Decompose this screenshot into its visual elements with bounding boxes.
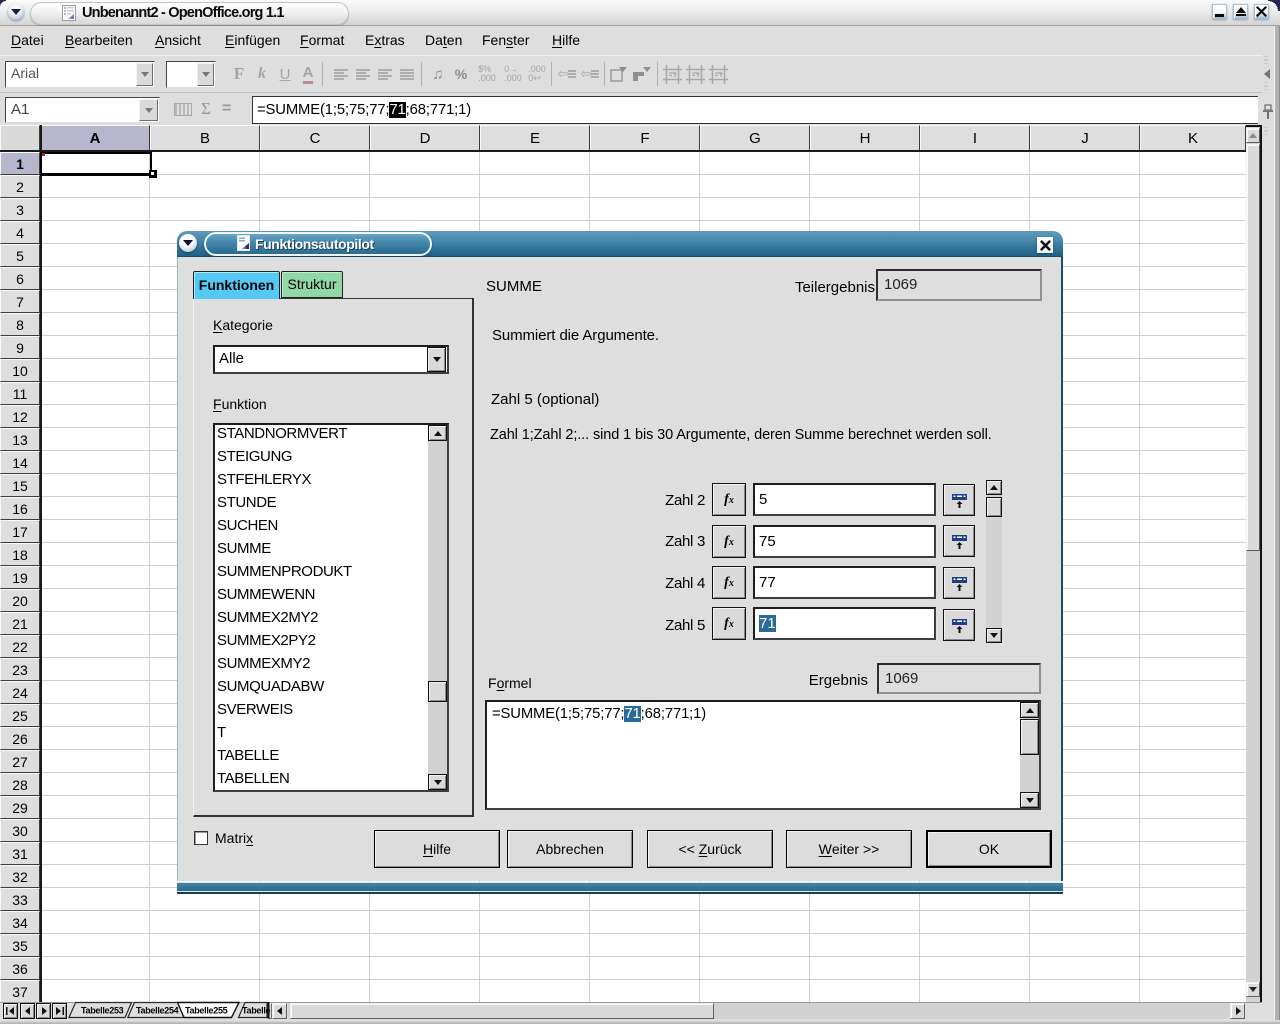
svg-text:Tabelle255: Tabelle255 [185, 1006, 228, 1016]
svg-text:Tabelle254: Tabelle254 [136, 1006, 179, 1016]
svg-text:Tabelle: Tabelle [242, 1006, 271, 1016]
svg-text:Tabelle253: Tabelle253 [81, 1006, 124, 1016]
